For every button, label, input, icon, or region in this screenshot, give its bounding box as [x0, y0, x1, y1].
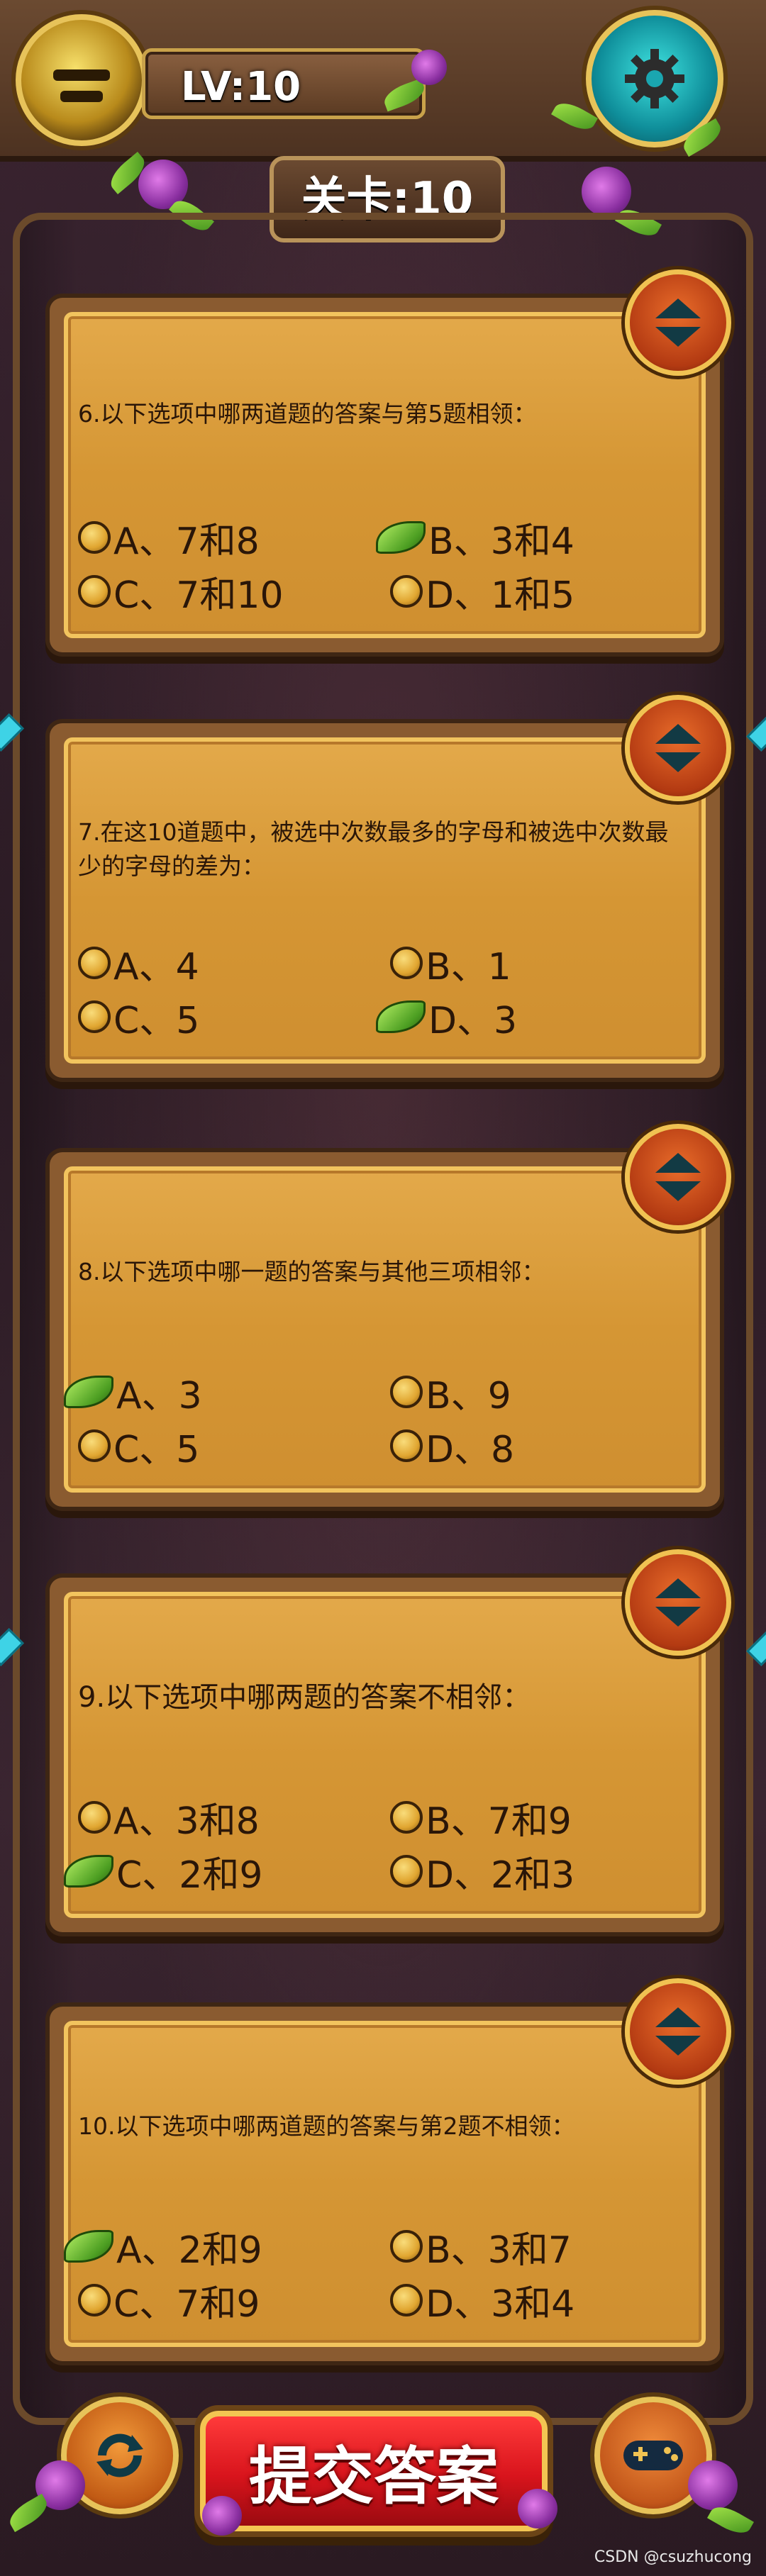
top-bar: LV:10	[0, 0, 766, 162]
option-a[interactable]: A、7和8	[78, 514, 376, 563]
option-a[interactable]: A、3和8	[78, 1794, 376, 1843]
question-card-7: 7.在这10道题中，被选中次数最多的字母和被选中次数最少的字母的差为： A、4 …	[50, 695, 731, 1078]
refresh-icon	[96, 2433, 143, 2477]
option-d[interactable]: D、8	[390, 1422, 688, 1471]
question-card-10: 10.以下选项中哪两道题的答案与第2题不相领： A、2和9 B、3和7 C、7和…	[50, 1978, 731, 2361]
gamepad-icon	[623, 2441, 683, 2470]
option-a[interactable]: A、4	[78, 939, 376, 988]
collapse-button[interactable]	[625, 1124, 731, 1230]
options-grid: A、2和9 B、3和7 C、7和9 D、3和4	[64, 2223, 699, 2336]
leaf-icon	[376, 521, 426, 554]
option-c[interactable]: C、7和9	[78, 2277, 376, 2326]
options-grid: A、3 B、9 C、5 D、8	[64, 1368, 699, 1482]
rose-decoration	[411, 50, 447, 85]
bottom-bar: 提交答案 CSDN @csuzhucong	[0, 2397, 766, 2576]
collapse-button[interactable]	[625, 269, 731, 376]
question-text: 6.以下选项中哪两道题的答案与第5题相领：	[78, 400, 537, 428]
chevron-up-down-icon	[655, 1153, 701, 1201]
radio-icon	[390, 947, 423, 979]
option-c[interactable]: C、7和10	[78, 568, 376, 617]
player-level: LV:10	[142, 48, 426, 119]
question-text: 7.在这10道题中，被选中次数最多的字母和被选中次数最少的字母的差为：	[78, 818, 669, 880]
question-card-6: 6.以下选项中哪两道题的答案与第5题相领： A、7和8 B、3和4 C、7和10…	[50, 269, 731, 652]
collapse-button[interactable]	[625, 695, 731, 801]
radio-icon	[390, 575, 423, 608]
chevron-up-down-icon	[655, 299, 701, 347]
options-grid: A、7和8 B、3和4 C、7和10 D、1和5	[78, 514, 699, 628]
radio-icon	[390, 1429, 423, 1462]
chevron-up-down-icon	[655, 2007, 701, 2056]
radio-icon	[390, 1855, 423, 1888]
option-d[interactable]: D、3	[376, 993, 688, 1042]
question-text: 8.以下选项中哪一题的答案与其他三项相邻：	[78, 1258, 545, 1286]
option-d[interactable]: D、2和3	[390, 1848, 688, 1897]
radio-icon	[78, 1429, 111, 1462]
leaf-icon	[376, 1000, 426, 1033]
leaf-decoration	[5, 2493, 52, 2533]
radio-icon	[78, 1000, 111, 1033]
radio-icon	[78, 1801, 111, 1834]
options-grid: A、4 B、1 C、5 D、3	[78, 939, 699, 1053]
option-b[interactable]: B、9	[390, 1368, 688, 1417]
rose-decoration	[688, 2460, 738, 2510]
radio-icon	[390, 2284, 423, 2316]
radio-icon	[78, 947, 111, 979]
knight-helmet-icon[interactable]	[16, 14, 148, 146]
chevron-up-down-icon	[655, 1578, 701, 1627]
collapse-button[interactable]	[625, 1978, 731, 2085]
option-b[interactable]: B、7和9	[390, 1794, 688, 1843]
chevron-up-down-icon	[655, 724, 701, 772]
option-a[interactable]: A、3	[64, 1368, 376, 1417]
option-d[interactable]: D、1和5	[390, 568, 688, 617]
rose-decoration	[518, 2489, 557, 2528]
question-card-9: 9.以下选项中哪两题的答案不相邻： A、3和8 B、7和9 C、2和9 D、2和…	[50, 1549, 731, 1932]
option-c[interactable]: C、5	[78, 993, 376, 1042]
radio-icon	[78, 2284, 111, 2316]
radio-icon	[390, 1801, 423, 1834]
option-a[interactable]: A、2和9	[64, 2223, 376, 2272]
radio-icon	[390, 2230, 423, 2263]
watermark: CSDN @csuzhucong	[594, 2548, 752, 2566]
option-b[interactable]: B、3和4	[376, 514, 688, 563]
option-b[interactable]: B、3和7	[390, 2223, 688, 2272]
option-b[interactable]: B、1	[390, 939, 688, 988]
question-text: 10.以下选项中哪两道题的答案与第2题不相领：	[78, 2112, 575, 2140]
option-c[interactable]: C、2和9	[64, 1848, 376, 1897]
radio-icon	[78, 521, 111, 554]
rose-decoration	[582, 167, 631, 216]
option-d[interactable]: D、3和4	[390, 2277, 688, 2326]
options-grid: A、3和8 B、7和9 C、2和9 D、2和3	[64, 1794, 699, 1907]
question-text: 9.以下选项中哪两题的答案不相邻：	[78, 1681, 531, 1714]
radio-icon	[390, 1376, 423, 1408]
helmet-grill	[60, 91, 103, 102]
option-c[interactable]: C、5	[78, 1422, 376, 1471]
rose-decoration	[202, 2496, 242, 2536]
gear-icon	[625, 49, 684, 108]
collapse-button[interactable]	[625, 1549, 731, 1656]
radio-icon	[78, 575, 111, 608]
helmet-visor	[53, 69, 110, 81]
question-card-8: 8.以下选项中哪一题的答案与其他三项相邻： A、3 B、9 C、5 D、8	[50, 1124, 731, 1507]
submit-answer-button[interactable]: 提交答案	[200, 2411, 548, 2531]
